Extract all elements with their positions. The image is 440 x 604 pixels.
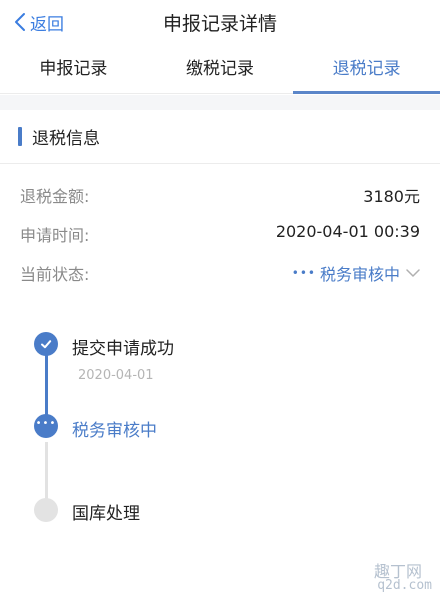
section-title: 退税信息: [32, 129, 100, 149]
timeline-connector-complete: [45, 344, 48, 424]
current-status-label: 当前状态:: [20, 265, 90, 284]
tab-payment-records[interactable]: 缴税记录: [147, 46, 294, 93]
status-ellipsis-icon: •••: [291, 266, 316, 280]
apply-time-row: 申请时间: 2020-04-01 00:39: [0, 219, 440, 249]
progress-timeline: 提交申请成功 2020-04-01 ••• 税务审核中 国库处理: [0, 320, 440, 540]
section-accent-bar: [18, 127, 22, 146]
watermark-url: q2d.com: [377, 578, 432, 593]
step-submit-date: 2020-04-01: [78, 368, 154, 383]
refund-amount-value: 3180元: [363, 187, 420, 206]
step-done-node: [34, 332, 58, 356]
site-watermark: 趣丁网 q2d.com: [342, 558, 432, 598]
step-treasury-label: 国库处理: [72, 504, 140, 524]
check-icon: [41, 340, 52, 349]
refund-amount-label: 退税金额:: [20, 187, 90, 206]
step-submit-label: 提交申请成功: [72, 339, 174, 359]
current-status-row[interactable]: 当前状态: ••• 税务审核中: [0, 258, 440, 288]
step-current-node: •••: [34, 414, 58, 438]
tab-declaration-records[interactable]: 申报记录: [0, 46, 147, 93]
apply-time-value: 2020-04-01 00:39: [275, 222, 420, 241]
refund-amount-row: 退税金额: 3180元: [0, 180, 440, 210]
section-divider: [0, 95, 440, 110]
page-title: 申报记录详情: [162, 13, 277, 35]
ellipsis-icon: •••: [35, 418, 57, 429]
navigation-bar: 返回 申报记录详情: [0, 0, 440, 44]
current-status-value[interactable]: ••• 税务审核中: [292, 261, 420, 285]
refund-info-header: 退税信息: [0, 110, 440, 164]
tab-bar: 申报记录 缴税记录 退税记录: [0, 46, 440, 94]
step-review-label: 税务审核中: [72, 421, 157, 441]
tab-refund-records[interactable]: 退税记录: [293, 46, 440, 94]
status-text: 税务审核中: [319, 265, 400, 284]
apply-time-label: 申请时间:: [20, 226, 90, 245]
empty-circle-icon: [34, 498, 58, 522]
chevron-down-icon: [406, 269, 420, 277]
